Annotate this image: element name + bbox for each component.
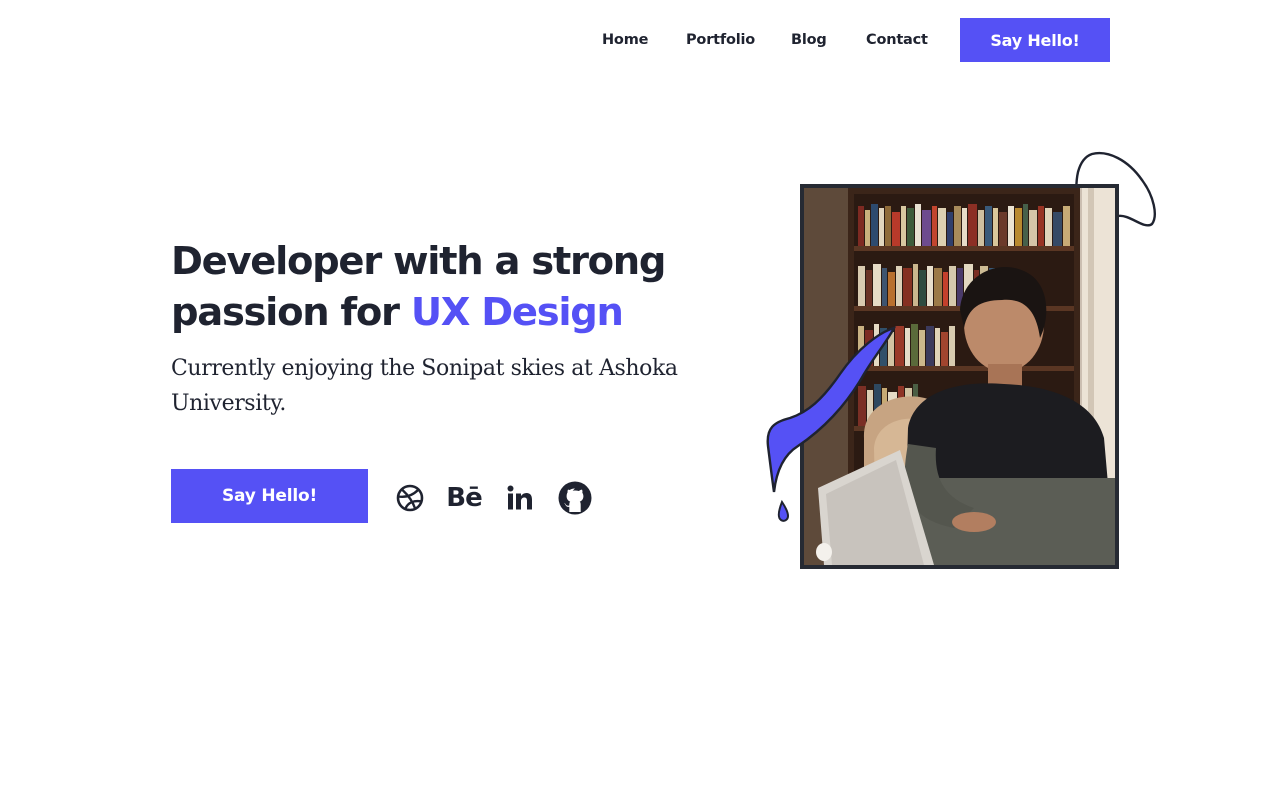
nav-link-home[interactable]: Home (602, 18, 648, 62)
hero-title: Developer with a strong passion for UX D… (171, 236, 751, 338)
nav-link-contact[interactable]: Contact (866, 18, 928, 62)
top-nav: Home Portfolio Blog Contact Say Hello! (0, 18, 1280, 62)
nav-link-portfolio[interactable]: Portfolio (686, 18, 755, 62)
linkedin-icon[interactable] (505, 481, 535, 515)
dribbble-icon-graphic (396, 484, 424, 512)
hero-say-hello-button[interactable]: Say Hello! (171, 469, 368, 523)
dribbble-icon[interactable] (395, 481, 425, 515)
github-icon-graphic (558, 481, 592, 515)
blue-drip-decoration (766, 326, 897, 522)
hero-subtitle: Currently enjoying the Sonipat skies at … (171, 356, 678, 416)
nav-link-blog[interactable]: Blog (791, 18, 827, 62)
linkedin-icon-graphic (507, 485, 532, 510)
hero-title-line1: Developer with a strong (171, 239, 666, 284)
github-icon[interactable] (557, 481, 593, 515)
hero-title-accent: UX Design (410, 290, 624, 335)
hero-title-prefix: passion for (171, 290, 411, 335)
behance-icon[interactable]: Bē (444, 481, 484, 515)
nav-say-hello-button[interactable]: Say Hello! (960, 18, 1110, 62)
behance-glyph: Bē (446, 483, 482, 513)
